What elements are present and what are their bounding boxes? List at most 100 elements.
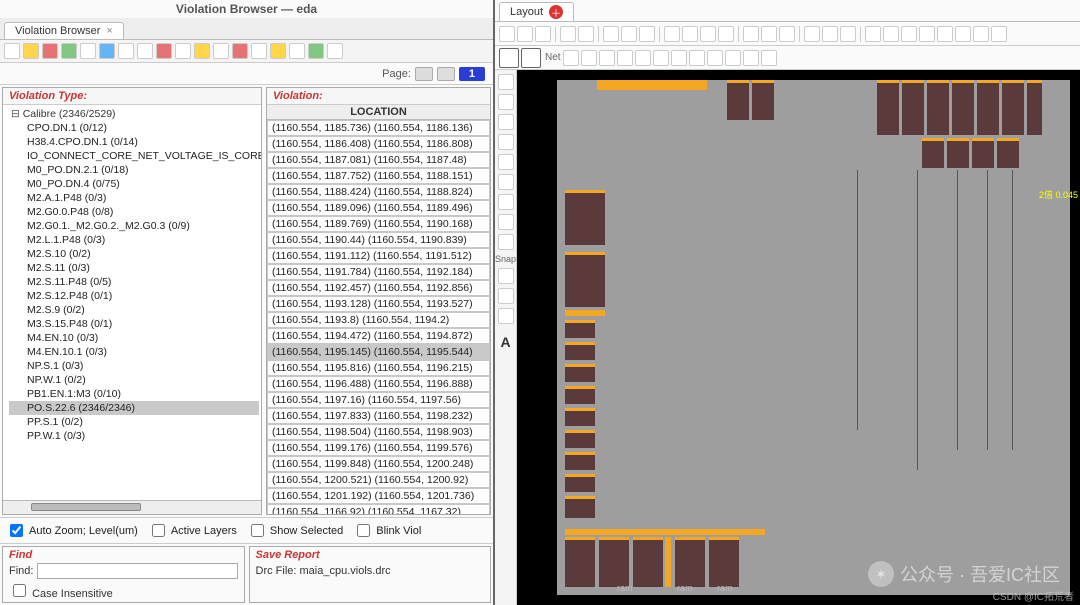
vt-rotate-icon[interactable] [498,234,514,250]
tool-open-icon[interactable] [4,43,20,59]
location-list[interactable]: (1160.554, 1185.736) (1160.554, 1186.136… [267,120,490,514]
tool-stop-icon[interactable] [232,43,248,59]
location-row[interactable]: (1160.554, 1187.081) (1160.554, 1187.48) [267,152,490,168]
highlight-icon[interactable] [639,26,655,42]
tree-item[interactable]: NP.W.1 (0/2) [9,373,259,387]
location-row[interactable]: (1160.554, 1185.736) (1160.554, 1186.136… [267,120,490,136]
tree-hscrollbar[interactable] [3,500,261,514]
tab-violation-browser[interactable]: Violation Browser × [4,22,124,39]
vt-copy-icon[interactable] [498,114,514,130]
rotate-icon[interactable] [937,26,953,42]
location-row[interactable]: (1160.554, 1194.472) (1160.554, 1194.872… [267,328,490,344]
grid-icon[interactable] [865,26,881,42]
vt-align-icon[interactable] [498,194,514,210]
tree-item[interactable]: M2.S.11.P48 (0/5) [9,275,259,289]
add-tab-icon[interactable]: ＋ [549,5,563,19]
location-row[interactable]: (1160.554, 1196.488) (1160.554, 1196.888… [267,376,490,392]
measure-icon[interactable] [621,26,637,42]
vt-merge-icon[interactable] [498,174,514,190]
tool-save-icon[interactable] [251,43,267,59]
tree-item[interactable]: NP.S.1 (0/3) [9,359,259,373]
layers-icon[interactable] [973,26,989,42]
wire-icon[interactable] [617,50,633,66]
location-row[interactable]: (1160.554, 1191.784) (1160.554, 1192.184… [267,264,490,280]
tool-ok-icon[interactable] [61,43,77,59]
tree-item[interactable]: M3.S.15.P48 (0/1) [9,317,259,331]
ruler-icon[interactable] [603,26,619,42]
tree-item[interactable]: M2.S.10 (0/2) [9,247,259,261]
pan-icon[interactable] [743,26,759,42]
vt-snap-icon[interactable] [498,268,514,284]
layer-icon[interactable] [804,26,820,42]
location-row[interactable]: (1160.554, 1199.848) (1160.554, 1200.248… [267,456,490,472]
pin-icon[interactable] [653,50,669,66]
circle-icon[interactable] [743,50,759,66]
blink-viol-checkbox[interactable]: Blink Viol [353,521,421,540]
tool-warn2-icon[interactable] [270,43,286,59]
location-row[interactable]: (1160.554, 1189.096) (1160.554, 1189.496… [267,200,490,216]
vt-select-icon[interactable] [498,74,514,90]
flip-icon[interactable] [919,26,935,42]
tree-item[interactable]: M2.A.1.P48 (0/3) [9,191,259,205]
vt-stretch-icon[interactable] [498,134,514,150]
pager-next-button[interactable] [437,67,455,81]
location-row[interactable]: (1160.554, 1201.192) (1160.554, 1201.736… [267,488,490,504]
close-icon[interactable]: × [106,25,112,37]
select-icon[interactable] [761,26,777,42]
text-icon[interactable] [671,50,687,66]
tree-item[interactable]: PP.W.1 (0/3) [9,429,259,443]
location-row[interactable]: (1160.554, 1197.16) (1160.554, 1197.56) [267,392,490,408]
more-icon[interactable] [955,26,971,42]
tree-item[interactable]: PB1.EN.1:M3 (0/10) [9,387,259,401]
tool-flag-icon[interactable] [194,43,210,59]
text-tool-icon[interactable]: A [500,334,510,350]
tool-delete-icon[interactable] [156,43,172,59]
open-icon[interactable] [499,26,515,42]
tool-refresh-icon[interactable] [175,43,191,59]
zoom-fit-icon[interactable] [700,26,716,42]
cursor-mode-icon[interactable] [499,48,519,68]
tree-item[interactable]: PP.S.1 (0/2) [9,415,259,429]
vt-flip-icon[interactable] [498,214,514,230]
location-row[interactable]: (1160.554, 1200.521) (1160.554, 1200.92) [267,472,490,488]
tool-settings-icon[interactable] [327,43,343,59]
tree-item[interactable]: M0_PO.DN.4 (0/75) [9,177,259,191]
tool-play-icon[interactable] [308,43,324,59]
vt-grid-icon[interactable] [498,288,514,304]
zoom-out-icon[interactable] [682,26,698,42]
tree-item[interactable]: M2.G0.0.P48 (0/8) [9,205,259,219]
location-row[interactable]: (1160.554, 1186.408) (1160.554, 1186.808… [267,136,490,152]
location-row[interactable]: (1160.554, 1195.816) (1160.554, 1196.215… [267,360,490,376]
vt-ruler-icon[interactable] [498,308,514,324]
layout-canvas[interactable]: ram ram ram 2倍 0.045 ✶ 公众号 · 吾爱IC社区 CSDN… [517,70,1080,605]
location-row[interactable]: (1160.554, 1187.752) (1160.554, 1188.151… [267,168,490,184]
tool-info-icon[interactable] [213,43,229,59]
tool-prev-icon[interactable] [118,43,134,59]
tool-zoom-icon[interactable] [99,43,115,59]
tree-item[interactable]: IO_CONNECT_CORE_NET_VOLTAGE_IS_CORE:WARN [9,149,259,163]
location-row[interactable]: (1160.554, 1188.424) (1160.554, 1188.824… [267,184,490,200]
tree-item[interactable]: CPO.DN.1 (0/12) [9,121,259,135]
tree-item[interactable]: M4.EN.10.1 (0/3) [9,345,259,359]
tree-item[interactable]: M2.L.1.P48 (0/3) [9,233,259,247]
undo-icon[interactable] [560,26,576,42]
location-row[interactable]: (1160.554, 1195.145) (1160.554, 1195.544… [267,344,490,360]
location-row[interactable]: (1160.554, 1197.833) (1160.554, 1198.232… [267,408,490,424]
snap-icon[interactable] [883,26,899,42]
zoom-sel-icon[interactable] [718,26,734,42]
tree-item[interactable]: M2.S.11 (0/3) [9,261,259,275]
arc-icon[interactable] [761,50,777,66]
location-row[interactable]: (1160.554, 1199.176) (1160.554, 1199.576… [267,440,490,456]
net-icon[interactable] [822,26,838,42]
location-row[interactable]: (1160.554, 1190.44) (1160.554, 1190.839) [267,232,490,248]
gear-icon[interactable] [535,26,551,42]
tree-item[interactable]: M0_PO.DN.2.1 (0/18) [9,163,259,177]
tree-item[interactable]: M2.G0.1._M2.G0.2._M2.G0.3 (0/9) [9,219,259,233]
show-selected-checkbox[interactable]: Show Selected [247,521,343,540]
tool-filter-icon[interactable] [80,43,96,59]
violation-type-tree[interactable]: Calibre (2346/2529)CPO.DN.1 (0/12)H38.4.… [3,105,261,500]
via-icon[interactable] [599,50,615,66]
net-tool-icon[interactable] [563,50,579,66]
auto-zoom-checkbox[interactable]: Auto Zoom; Level(um) [6,521,138,540]
rect-icon[interactable] [689,50,705,66]
